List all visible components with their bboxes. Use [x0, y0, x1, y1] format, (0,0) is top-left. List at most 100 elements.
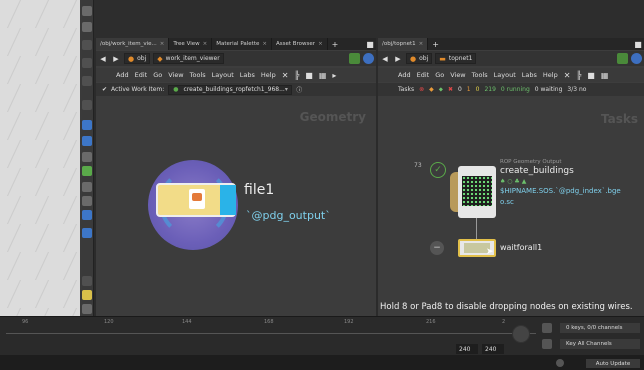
- scale-tool-icon[interactable]: [82, 58, 92, 68]
- menu-help[interactable]: Help: [543, 71, 558, 79]
- add-tab-button[interactable]: +: [328, 40, 343, 49]
- checkmark-icon[interactable]: ✔: [102, 86, 107, 93]
- add-tab-button[interactable]: +: [428, 40, 443, 49]
- menu-layout[interactable]: Layout: [494, 71, 516, 79]
- close-icon[interactable]: ×: [318, 41, 323, 47]
- menu-go[interactable]: Go: [153, 71, 162, 79]
- node-wire: [476, 218, 477, 240]
- pose-tool-icon[interactable]: [82, 100, 92, 110]
- menu-add[interactable]: Add: [398, 71, 411, 79]
- menu-view[interactable]: View: [450, 71, 465, 79]
- template-icon[interactable]: [82, 210, 92, 220]
- tab-tree-view[interactable]: Tree View ×: [169, 38, 213, 50]
- handle-tool-icon[interactable]: [82, 76, 92, 86]
- menu-layout[interactable]: Layout: [212, 71, 234, 79]
- menu-labs[interactable]: Labs: [240, 71, 255, 79]
- info-circle-icon[interactable]: ⓘ: [296, 85, 302, 94]
- menu-add[interactable]: Add: [116, 71, 129, 79]
- tasks-label: Tasks: [398, 86, 415, 93]
- wrench-icon[interactable]: ✕: [282, 71, 289, 80]
- tree-icon[interactable]: ╠: [294, 71, 299, 80]
- display-flag[interactable]: [220, 185, 236, 215]
- uncooked-minus-icon[interactable]: −: [430, 241, 444, 255]
- network-canvas-left[interactable]: Geometry file1 `@pdg_output`: [96, 96, 376, 316]
- tick-label: 144: [182, 319, 192, 325]
- cook-icon[interactable]: ⬥: [439, 86, 443, 94]
- tab-topnet1[interactable]: /obj/topnet1 ×: [378, 38, 429, 50]
- chevron-down-icon: ▾: [284, 86, 288, 93]
- playhead-handle[interactable]: [512, 325, 530, 343]
- active-work-item-dropdown[interactable]: ● create_buildings_ropfetch1_968... ▾: [168, 84, 293, 95]
- menu-view[interactable]: View: [168, 71, 183, 79]
- pin-icon[interactable]: [349, 53, 360, 64]
- select-tool-icon[interactable]: [82, 6, 92, 16]
- wireframe-icon[interactable]: [82, 136, 92, 146]
- grid-view-icon[interactable]: ▦: [601, 71, 609, 80]
- status-icon[interactable]: [82, 304, 92, 314]
- global-end-field[interactable]: 240: [482, 344, 504, 354]
- tab-asset-browser[interactable]: Asset Browser ×: [272, 38, 328, 50]
- right-pathbar: ◀ ▶ ● obj ▬ topnet1: [378, 51, 644, 66]
- timeline-ruler[interactable]: 96 120 144 168 192 216 2: [6, 319, 536, 343]
- close-icon[interactable]: ×: [419, 41, 424, 47]
- pane-menu-icon[interactable]: ■: [364, 38, 376, 50]
- close-icon[interactable]: ×: [160, 41, 165, 47]
- menu-edit[interactable]: Edit: [135, 71, 148, 79]
- list-icon[interactable]: ■: [587, 71, 595, 80]
- grid-icon[interactable]: [82, 166, 92, 176]
- keyframe-icon[interactable]: [542, 323, 552, 333]
- menu-edit[interactable]: Edit: [417, 71, 430, 79]
- forward-icon[interactable]: ▶: [393, 54, 403, 64]
- menu-labs[interactable]: Labs: [522, 71, 537, 79]
- close-icon[interactable]: ×: [262, 41, 267, 47]
- menu-tools[interactable]: Tools: [472, 71, 488, 79]
- layout-icon[interactable]: [82, 290, 92, 300]
- frame-end-field[interactable]: 240: [456, 344, 478, 354]
- cooked-count: 219: [484, 86, 496, 93]
- pin-icon[interactable]: [617, 53, 628, 64]
- tick-label: 96: [22, 319, 29, 325]
- path-node[interactable]: ▬ topnet1: [435, 53, 477, 64]
- tick-label: 216: [426, 319, 436, 325]
- ghost-icon[interactable]: [82, 182, 92, 192]
- key-all-channels-button[interactable]: Key All Channels: [560, 339, 640, 349]
- transform-tool-icon[interactable]: [82, 22, 92, 32]
- path-root[interactable]: ● obj: [406, 53, 433, 64]
- back-icon[interactable]: ◀: [98, 54, 108, 64]
- tab-work-item-viewer[interactable]: /obj/work_item_vie... ×: [96, 38, 170, 50]
- update-mode-icon[interactable]: [556, 359, 564, 367]
- cooked-check-icon[interactable]: ✓: [430, 162, 446, 178]
- dirty-icon[interactable]: ◆: [429, 86, 434, 93]
- isolate-icon[interactable]: [82, 196, 92, 206]
- link-icon[interactable]: [631, 53, 642, 64]
- channel-icon[interactable]: [542, 339, 552, 349]
- snap-icon[interactable]: [82, 152, 92, 162]
- pane-menu-icon[interactable]: ■: [632, 38, 644, 50]
- wrench-icon[interactable]: ✕: [564, 71, 571, 80]
- path-root[interactable]: ● obj: [124, 53, 151, 64]
- forward-icon[interactable]: ▶: [111, 54, 121, 64]
- tree-icon[interactable]: ╠: [576, 71, 581, 80]
- path-node[interactable]: ◆ work_item_viewer: [153, 53, 224, 64]
- rotate-tool-icon[interactable]: [82, 40, 92, 50]
- network-canvas-right[interactable]: Tasks 73 ✓ ROP Geometry Output create_bu…: [378, 96, 644, 316]
- list-icon[interactable]: ■: [305, 71, 313, 80]
- back-icon[interactable]: ◀: [380, 54, 390, 64]
- display-icon[interactable]: [82, 120, 92, 130]
- rop-node-expression: $HIPNAME.SOS.`@pdg_index`.bge: [500, 187, 621, 195]
- grid-view-icon[interactable]: ▦: [319, 71, 327, 80]
- close-icon[interactable]: ×: [203, 41, 208, 47]
- rop-node-type: ROP Geometry Output: [500, 159, 562, 165]
- menu-tools[interactable]: Tools: [190, 71, 206, 79]
- more-icon[interactable]: ▸: [332, 71, 336, 80]
- tab-material-palette[interactable]: Material Palette ×: [212, 38, 272, 50]
- menu-go[interactable]: Go: [435, 71, 444, 79]
- info-icon[interactable]: [82, 276, 92, 286]
- cancel-icon[interactable]: ⊗: [419, 86, 424, 93]
- work-item-dots[interactable]: [462, 176, 492, 206]
- camera-icon[interactable]: [82, 228, 92, 238]
- link-icon[interactable]: [363, 53, 374, 64]
- menu-help[interactable]: Help: [261, 71, 276, 79]
- scene-viewport[interactable]: [0, 0, 80, 316]
- auto-update-button[interactable]: Auto Update: [586, 359, 640, 368]
